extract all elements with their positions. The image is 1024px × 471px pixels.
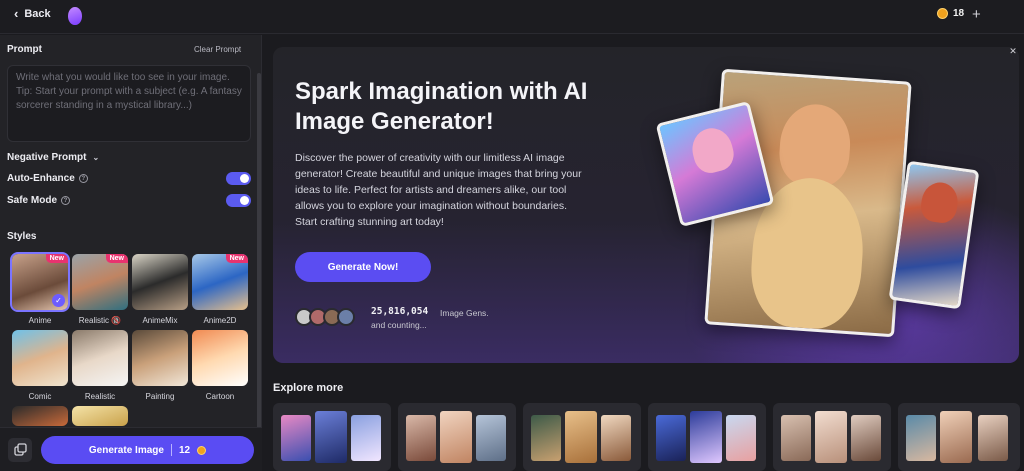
- new-badge: New: [45, 254, 68, 263]
- generate-now-button[interactable]: Generate Now!: [295, 252, 431, 282]
- negative-prompt-toggle[interactable]: Negative Prompt ⌄: [7, 152, 99, 163]
- avatar: [337, 308, 355, 326]
- thumbnail: [781, 415, 811, 461]
- thumbnail: [351, 415, 381, 461]
- user-avatars: [295, 308, 355, 326]
- figure-head: [918, 180, 961, 225]
- thumbnail: [601, 415, 631, 461]
- style-label: Realistic: [84, 392, 116, 401]
- scrollbar[interactable]: [257, 73, 261, 453]
- thumbnail: [851, 415, 881, 461]
- close-icon[interactable]: ✕: [1006, 44, 1020, 58]
- credits-count: 18: [953, 8, 965, 19]
- safe-mode-label: Safe Mode: [7, 195, 58, 206]
- style-label: Anime: [28, 316, 52, 325]
- auto-enhance-toggle[interactable]: [226, 172, 251, 185]
- thumbnail: [690, 411, 722, 463]
- check-icon: ✓: [52, 294, 65, 307]
- coin-icon: [197, 445, 207, 455]
- style-tile-anime2d[interactable]: New: [192, 254, 248, 310]
- coin-icon: [937, 8, 948, 19]
- style-tile-animemix[interactable]: [132, 254, 188, 310]
- safe-mode-toggle[interactable]: [226, 194, 251, 207]
- thumbnail: [815, 411, 847, 463]
- copy-icon: [14, 443, 27, 456]
- toggle-knob: [240, 196, 249, 205]
- thumbnail: [315, 411, 347, 463]
- generation-count-label: Image Gens.: [440, 308, 489, 318]
- copy-settings-button[interactable]: [8, 438, 32, 462]
- prompt-input[interactable]: Write what you would like too see in you…: [7, 65, 251, 142]
- thumbnail: [476, 415, 506, 461]
- style-tile-more[interactable]: [72, 406, 128, 426]
- clear-prompt-button[interactable]: Clear Prompt: [194, 45, 241, 54]
- style-label: Comic: [28, 392, 52, 401]
- add-credits-button[interactable]: +: [972, 6, 981, 23]
- app-logo-icon[interactable]: [68, 7, 82, 25]
- generate-bar: Generate Image 12: [0, 427, 262, 471]
- explore-card[interactable]: [398, 403, 516, 471]
- explore-title: Explore more: [273, 382, 344, 394]
- style-tile-cartoon[interactable]: [192, 330, 248, 386]
- thumbnail: [565, 411, 597, 463]
- settings-panel: Prompt Clear Prompt Write what you would…: [0, 35, 262, 471]
- prompt-label: Prompt: [7, 44, 42, 55]
- toggle-knob: [240, 174, 249, 183]
- style-tile-painting[interactable]: [132, 330, 188, 386]
- generate-cost: 12: [178, 444, 191, 456]
- thumbnail: [726, 415, 756, 461]
- hero-description: Discover the power of creativity with ou…: [295, 152, 582, 228]
- explore-card[interactable]: [898, 403, 1020, 471]
- chevron-down-icon: ⌄: [92, 153, 100, 162]
- style-tile-realistic[interactable]: [72, 330, 128, 386]
- style-label: AnimeMix: [142, 316, 178, 325]
- style-label: Realistic 🔞: [78, 316, 122, 325]
- back-label: Back: [24, 8, 51, 20]
- explore-card[interactable]: [773, 403, 891, 471]
- style-label: Painting: [145, 392, 175, 401]
- figure-head: [777, 102, 853, 189]
- top-bar: ‹ Back 18 +: [0, 0, 1024, 34]
- negative-prompt-label: Negative Prompt: [7, 152, 87, 163]
- thumbnail: [940, 411, 972, 463]
- thumbnail: [440, 411, 472, 463]
- new-badge: New: [105, 254, 128, 263]
- explore-card[interactable]: [273, 403, 391, 471]
- thumbnail: [978, 415, 1008, 461]
- explore-card[interactable]: [523, 403, 641, 471]
- generation-count: 25,816,054: [371, 306, 429, 317]
- explore-card[interactable]: [648, 403, 766, 471]
- back-button[interactable]: ‹ Back: [14, 6, 51, 21]
- auto-enhance-row: Auto-Enhance?: [7, 173, 88, 184]
- style-label: Anime2D: [203, 316, 237, 325]
- help-icon[interactable]: ?: [78, 174, 88, 183]
- help-icon[interactable]: ?: [61, 196, 71, 205]
- style-tile-anime[interactable]: New ✓: [10, 252, 70, 312]
- styles-label: Styles: [7, 231, 37, 242]
- new-badge: New: [225, 254, 248, 263]
- style-tile-more[interactable]: [12, 406, 68, 426]
- thumbnail: [906, 415, 936, 461]
- generate-image-button[interactable]: Generate Image 12: [41, 436, 254, 464]
- auto-enhance-label: Auto-Enhance: [7, 173, 75, 184]
- hero-title: Spark Imagination with AI Image Generato…: [295, 78, 588, 135]
- generate-label: Generate Image: [88, 444, 164, 456]
- chevron-left-icon: ‹: [14, 6, 19, 21]
- style-label: Cartoon: [205, 392, 235, 401]
- thumbnail: [531, 415, 561, 461]
- style-tile-comic[interactable]: [12, 330, 68, 386]
- safe-mode-row: Safe Mode?: [7, 195, 71, 206]
- thumbnail: [656, 415, 686, 461]
- style-tile-realistic-nsfw[interactable]: New: [72, 254, 128, 310]
- counting-label: and counting...: [371, 320, 427, 330]
- thumbnail: [281, 415, 311, 461]
- credits-display[interactable]: 18: [937, 8, 964, 19]
- thumbnail: [406, 415, 436, 461]
- hero-banner: Spark Imagination with AI Image Generato…: [273, 47, 1019, 363]
- divider: [170, 444, 172, 456]
- figure-head: [687, 123, 738, 177]
